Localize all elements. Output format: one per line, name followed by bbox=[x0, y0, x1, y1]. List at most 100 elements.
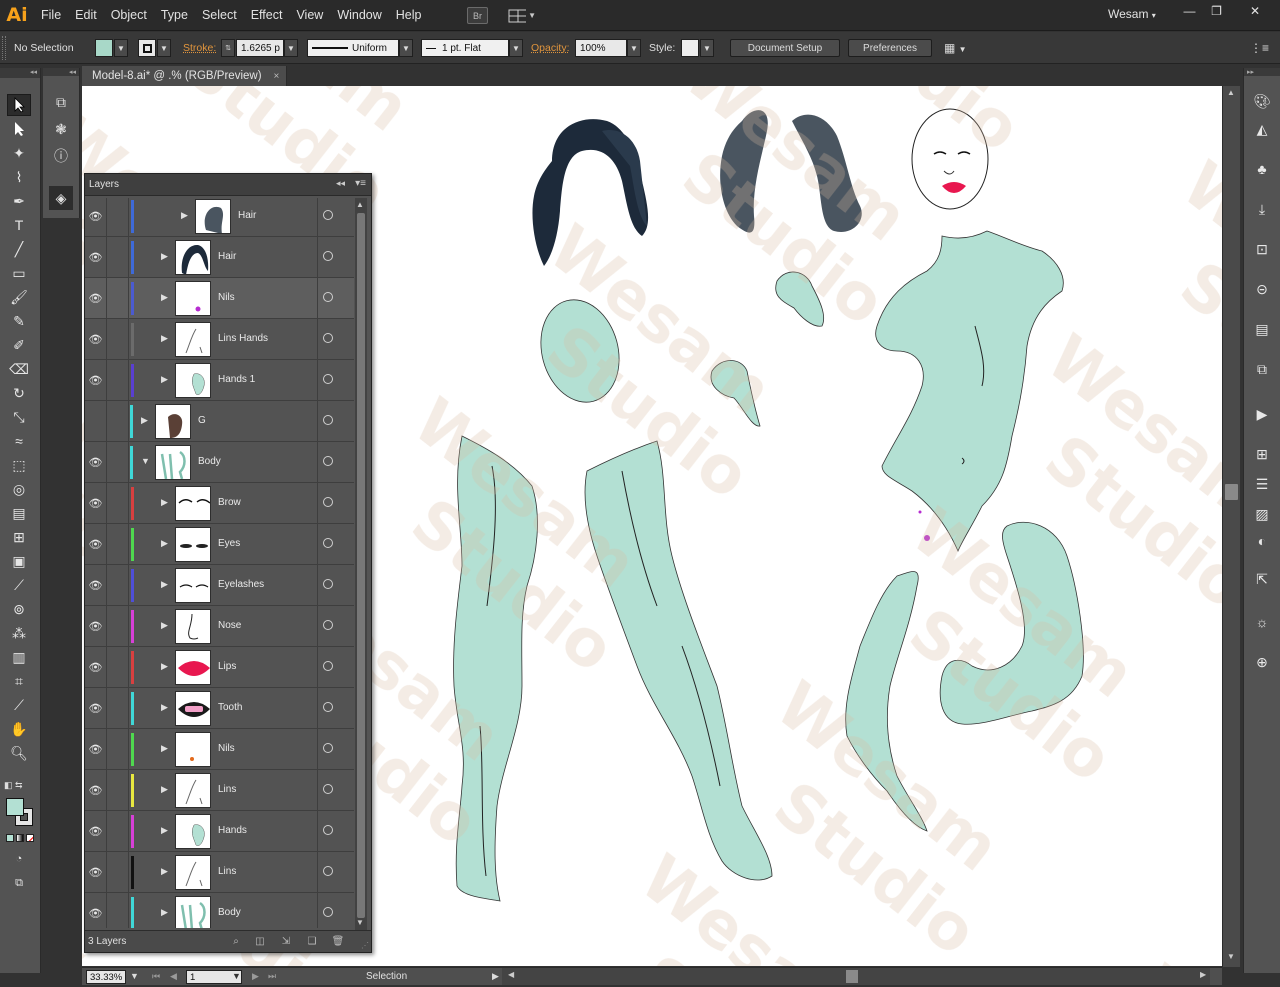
expand-arrow-icon[interactable]: ▶ bbox=[161, 743, 168, 754]
target-circle-icon[interactable] bbox=[323, 374, 333, 384]
visibility-eye-icon[interactable]: 👁︎ bbox=[85, 483, 107, 524]
lock-toggle[interactable] bbox=[107, 606, 129, 647]
layers-scroll-up-icon[interactable]: ▲ bbox=[356, 200, 364, 209]
expand-arrow-icon[interactable]: ▶ bbox=[161, 907, 168, 918]
layer-row[interactable]: 👁︎ ▶ Lins bbox=[85, 770, 354, 811]
eyedropper-tool-icon[interactable]: ⟋ bbox=[7, 574, 31, 596]
stroke-weight-input[interactable]: 1.6265 p bbox=[236, 39, 284, 57]
stroke-weight-dropdown[interactable]: ▼ bbox=[284, 39, 298, 57]
style-swatch[interactable] bbox=[681, 39, 699, 57]
screen-mode-icon[interactable]: ⧉ bbox=[7, 872, 31, 894]
direct-selection-tool-icon[interactable] bbox=[7, 118, 31, 140]
tools-panel-grip[interactable]: ◂◂ bbox=[0, 68, 40, 78]
scroll-right-icon[interactable]: ▶ bbox=[1200, 970, 1206, 979]
delete-layer-icon[interactable]: 🗑︎ bbox=[331, 934, 345, 948]
target-circle-icon[interactable] bbox=[323, 415, 333, 425]
target-circle-icon[interactable] bbox=[323, 743, 333, 753]
dock-grip[interactable]: ◂◂ bbox=[43, 68, 79, 76]
layer-row[interactable]: 👁︎ ▶ Lips bbox=[85, 647, 354, 688]
next-artboard-icon[interactable]: ▶ bbox=[252, 971, 259, 982]
layer-row[interactable]: 👁︎ ▶ Eyelashes bbox=[85, 565, 354, 606]
target-circle-icon[interactable] bbox=[323, 251, 333, 261]
layer-name[interactable]: Body bbox=[198, 456, 221, 467]
column-graph-tool-icon[interactable]: ▥ bbox=[7, 646, 31, 668]
resize-grip-icon[interactable]: ⋰ bbox=[361, 941, 369, 950]
visibility-eye-icon[interactable]: 👁︎ bbox=[85, 606, 107, 647]
expand-arrow-icon[interactable]: ▶ bbox=[161, 620, 168, 631]
brush-definition[interactable]: 1 pt. Flat bbox=[421, 39, 509, 57]
opacity-label[interactable]: Opacity: bbox=[531, 42, 570, 54]
layer-name[interactable]: Hands bbox=[218, 825, 247, 836]
expand-arrow-icon[interactable]: ▶ bbox=[161, 866, 168, 877]
eraser-tool-icon[interactable]: ⌫ bbox=[7, 358, 31, 380]
info-panel-icon[interactable]: ⓘ bbox=[49, 144, 73, 168]
layer-row[interactable]: 👁︎ ▶ Nose bbox=[85, 606, 354, 647]
target-circle-icon[interactable] bbox=[323, 579, 333, 589]
expand-arrow-icon[interactable]: ▶ bbox=[181, 210, 188, 221]
zoom-tool-icon[interactable]: 🔍︎ bbox=[7, 742, 31, 764]
profile-dropdown[interactable]: ▼ bbox=[399, 39, 413, 57]
target-circle-icon[interactable] bbox=[323, 784, 333, 794]
menu-file[interactable]: File bbox=[34, 0, 68, 31]
transparency-panel-icon[interactable]: ◐ bbox=[1251, 530, 1273, 552]
lock-toggle[interactable] bbox=[107, 811, 129, 852]
visibility-eye-icon[interactable]: 👁︎ bbox=[85, 688, 107, 729]
create-layer-icon[interactable]: ❑ bbox=[305, 934, 319, 948]
target-circle-icon[interactable] bbox=[323, 620, 333, 630]
layer-name[interactable]: Hair bbox=[238, 210, 256, 221]
target-circle-icon[interactable] bbox=[323, 456, 333, 466]
pencil-tool-icon[interactable]: ✎ bbox=[7, 310, 31, 332]
target-circle-icon[interactable] bbox=[323, 825, 333, 835]
stroke-panel-icon[interactable]: ☰ bbox=[1251, 473, 1273, 495]
visibility-eye-icon[interactable]: 👁︎ bbox=[85, 852, 107, 893]
horizontal-scrollbar[interactable]: ◀ ▶ bbox=[502, 968, 1210, 985]
visibility-eye-icon[interactable]: 👁︎ bbox=[85, 319, 107, 360]
menu-help[interactable]: Help bbox=[389, 0, 429, 31]
visibility-eye-icon[interactable]: 👁︎ bbox=[85, 237, 107, 278]
free-transform-tool-icon[interactable]: ⬚ bbox=[7, 454, 31, 476]
minimize-button[interactable]: — bbox=[1176, 2, 1203, 20]
layers-panel-icon[interactable]: ◈ bbox=[49, 186, 73, 210]
stroke-dropdown[interactable]: ▼ bbox=[157, 39, 171, 57]
layers-scrollbar[interactable]: ▲ ▼ bbox=[355, 198, 367, 930]
workspace-switcher[interactable]: Wesam ▾ bbox=[1108, 7, 1156, 21]
expand-arrow-icon[interactable]: ▶ bbox=[141, 415, 148, 426]
export-panel-icon[interactable]: ⇱ bbox=[1251, 568, 1273, 590]
target-circle-icon[interactable] bbox=[323, 292, 333, 302]
visibility-eye-icon[interactable]: 👁︎ bbox=[85, 811, 107, 852]
zoom-dropdown-icon[interactable]: ▼ bbox=[130, 971, 139, 981]
blob-brush-tool-icon[interactable]: ✐ bbox=[7, 334, 31, 356]
graphic-styles-panel-icon[interactable]: ⊞ bbox=[1251, 443, 1273, 465]
color-guide-panel-icon[interactable]: ◭ bbox=[1251, 118, 1273, 140]
expand-arrow-icon[interactable]: ▶ bbox=[161, 538, 168, 549]
arrange-icon[interactable]: ▦ ▼ bbox=[944, 41, 967, 55]
line-segment-tool-icon[interactable]: ╱ bbox=[7, 238, 31, 260]
artboards-panel-icon[interactable]: ⧉ bbox=[49, 90, 73, 114]
locate-object-icon[interactable]: ⌕ bbox=[229, 934, 243, 948]
appearance-panel-icon[interactable]: ❃ bbox=[49, 117, 73, 141]
layer-row[interactable]: 👁︎ ▶ Lins Hands bbox=[85, 319, 354, 360]
target-circle-icon[interactable] bbox=[323, 702, 333, 712]
artboard-dropdown-icon[interactable]: ▼ bbox=[232, 971, 241, 981]
style-dropdown[interactable]: ▼ bbox=[700, 39, 714, 57]
scale-tool-icon[interactable]: ⤡ bbox=[7, 406, 31, 428]
shape-builder-tool-icon[interactable]: ◎ bbox=[7, 478, 31, 500]
last-artboard-icon[interactable]: ⏭ bbox=[268, 971, 276, 982]
collapse-panel-icon[interactable]: ◂◂ bbox=[336, 178, 345, 189]
slice-tool-icon[interactable]: ⟋ bbox=[7, 694, 31, 716]
lock-toggle[interactable] bbox=[107, 647, 129, 688]
layer-row[interactable]: ▶ G bbox=[85, 401, 354, 442]
stroke-swatch[interactable] bbox=[138, 39, 156, 57]
lock-toggle[interactable] bbox=[107, 524, 129, 565]
blend-tool-icon[interactable]: ⊚ bbox=[7, 598, 31, 620]
symbols-panel-icon[interactable]: ⊡ bbox=[1251, 238, 1273, 260]
target-circle-icon[interactable] bbox=[323, 333, 333, 343]
default-colors-icon[interactable]: ◧ ⇆ bbox=[4, 780, 23, 791]
close-document-icon[interactable]: × bbox=[274, 71, 280, 82]
layer-name[interactable]: Nils bbox=[218, 743, 235, 754]
layer-name[interactable]: Tooth bbox=[218, 702, 242, 713]
perspective-grid-tool-icon[interactable]: ▤ bbox=[7, 502, 31, 524]
target-circle-icon[interactable] bbox=[323, 497, 333, 507]
visibility-eye-icon[interactable]: 👁︎ bbox=[85, 442, 107, 483]
target-circle-icon[interactable] bbox=[323, 866, 333, 876]
